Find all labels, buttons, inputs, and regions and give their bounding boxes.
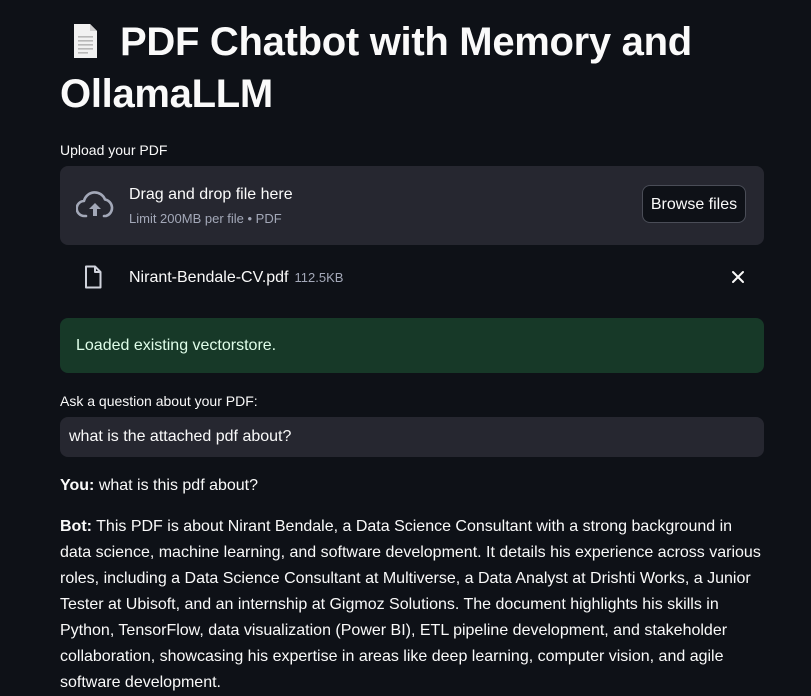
question-input[interactable] bbox=[60, 417, 764, 457]
page-title-text: PDF Chatbot with Memory and OllamaLLM bbox=[60, 20, 692, 116]
file-dropzone[interactable]: Drag and drop file here Limit 200MB per … bbox=[60, 166, 764, 245]
user-message-text: what is this pdf about? bbox=[98, 477, 259, 494]
browse-files-button[interactable]: Browse files bbox=[642, 185, 746, 223]
status-message: Loaded existing vectorstore. bbox=[76, 337, 277, 354]
success-alert: Loaded existing vectorstore. bbox=[60, 318, 764, 373]
cloud-upload-icon bbox=[76, 191, 114, 218]
file-name: Nirant-Bendale-CV.pdf bbox=[129, 269, 289, 286]
user-message: You: what is this pdf about? bbox=[60, 476, 764, 496]
close-icon[interactable] bbox=[730, 269, 746, 285]
user-label: You: bbox=[60, 477, 95, 494]
document-icon bbox=[74, 24, 97, 58]
question-label: Ask a question about your PDF: bbox=[60, 393, 258, 409]
bot-message-text: This PDF is about Nirant Bendale, a Data… bbox=[60, 518, 761, 691]
file-size: 112.5KB bbox=[294, 270, 344, 285]
dropzone-instructions: Drag and drop file here bbox=[129, 186, 293, 203]
page-title: PDF Chatbot with Memory and OllamaLLM bbox=[60, 16, 764, 120]
file-icon bbox=[85, 265, 102, 289]
uploaded-file-info: Nirant-Bendale-CV.pdf 112.5KB bbox=[129, 268, 343, 288]
bot-label: Bot: bbox=[60, 518, 92, 535]
uploaded-file: Nirant-Bendale-CV.pdf 112.5KB bbox=[60, 258, 764, 296]
upload-label: Upload your PDF bbox=[60, 142, 168, 158]
dropzone-limit: Limit 200MB per file • PDF bbox=[129, 211, 282, 226]
